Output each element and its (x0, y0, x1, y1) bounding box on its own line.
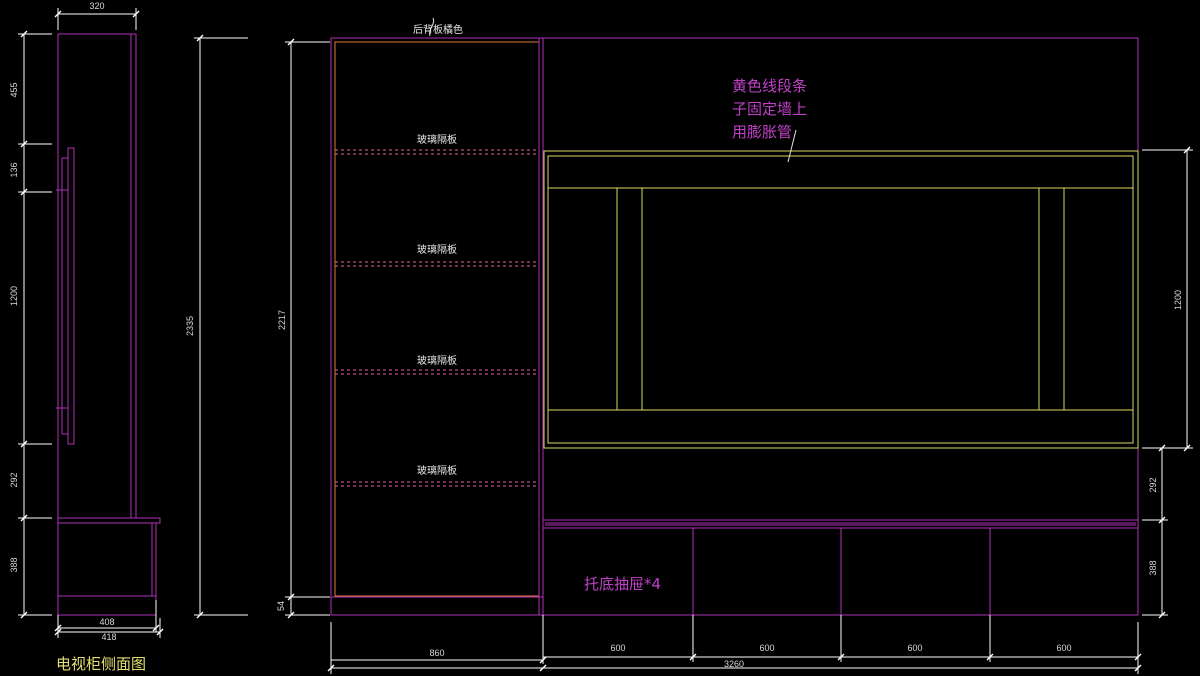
dim-320: 320 (89, 1, 104, 11)
yellow-note-line-1: 黄色线段条 (732, 77, 807, 95)
side-tv-bracket (67, 147, 75, 445)
dim-600-3: 600 (907, 643, 922, 653)
yellow-note-line-3: 用膨胀管 (732, 123, 792, 141)
glass-shelf-note-2: 玻璃隔板 (417, 243, 457, 256)
tv-cabinet-top-fill (545, 522, 1136, 526)
glass-shelf-note-3: 玻璃隔板 (417, 354, 457, 367)
dim-right-292: 292 (1148, 477, 1158, 492)
dim-2335: 2335 (185, 316, 195, 336)
glass-shelf-note-4: 玻璃隔板 (417, 464, 457, 477)
front-view: 2335 2217 54 后背板橘色 玻璃隔板 玻璃隔板 玻璃隔板 玻璃隔板 黄… (185, 17, 1193, 674)
side-top-slab (57, 517, 161, 524)
dim-455: 455 (9, 82, 19, 97)
glass-shelf-note-1: 玻璃隔板 (417, 133, 457, 146)
dim-418: 418 (101, 632, 116, 642)
dim-54: 54 (276, 601, 286, 611)
tv-right-post (1038, 187, 1065, 411)
dim-136: 136 (9, 162, 19, 177)
dim-600-2: 600 (759, 643, 774, 653)
dim-860: 860 (429, 648, 444, 658)
dim-right-1200: 1200 (1173, 290, 1183, 310)
tall-cabinet-outer (330, 37, 544, 616)
side-view: 320 455 136 1200 292 388 408 418 电视柜侧面图 (9, 1, 161, 673)
dim-408: 408 (99, 617, 114, 627)
side-view-caption: 电视柜侧面图 (56, 655, 146, 673)
dim-right-388: 388 (1148, 560, 1158, 575)
dim-292: 292 (9, 472, 19, 487)
tv-frame-inner (547, 155, 1134, 444)
tall-cabinet-inner (334, 41, 540, 597)
cad-drawing: 320 455 136 1200 292 388 408 418 电视柜侧面图 … (9, 1, 1193, 674)
dim-600-1: 600 (610, 643, 625, 653)
drawers-note: 托底抽屉*4 (584, 575, 661, 593)
dim-2217: 2217 (277, 310, 287, 330)
side-back-panel (57, 33, 137, 519)
yellow-note-line-2: 子固定墙上 (732, 100, 807, 118)
back-panel-note: 后背板橘色 (413, 23, 463, 36)
tv-left-post (616, 187, 643, 411)
side-lower-cabinet (57, 522, 157, 616)
dimension-ticks (20, 10, 1191, 672)
dim-388: 388 (9, 557, 19, 572)
tv-frame-outer (543, 150, 1139, 449)
dim-600-4: 600 (1056, 643, 1071, 653)
dim-1200: 1200 (9, 286, 19, 306)
dim-3260: 3260 (724, 659, 744, 669)
